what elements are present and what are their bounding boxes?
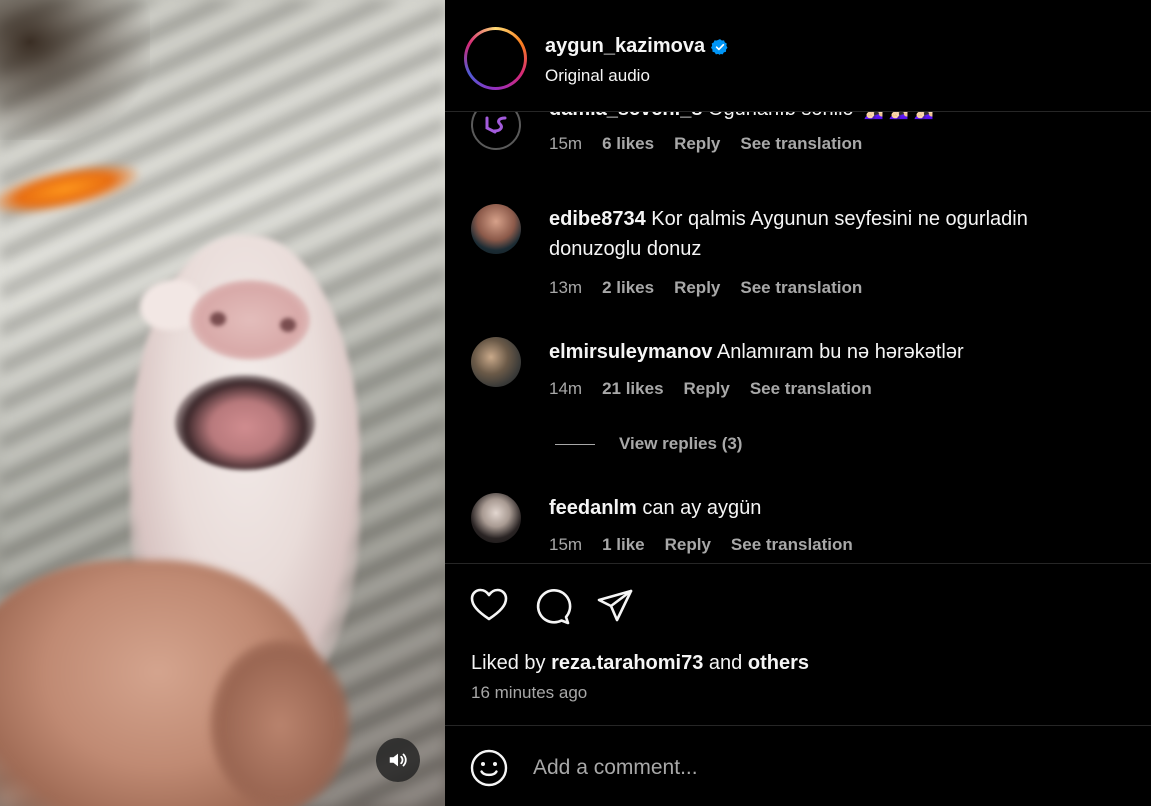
original-audio-link[interactable]: Original audio <box>545 66 650 86</box>
piglet-nostril <box>210 312 226 326</box>
comment-body: Oğurlanıb sənilə 🧏🏻‍♀️🧏🏻‍♀️🧏🏻‍♀️ <box>708 112 934 120</box>
reply-button[interactable]: Reply <box>684 379 730 399</box>
author-username-row: aygun_kazimova <box>545 35 729 58</box>
comment-time: 15m <box>549 134 583 153</box>
comment-likes[interactable]: 2 likes <box>602 278 654 298</box>
comment-meta: 14m 21 likes Reply See translation <box>549 379 872 399</box>
reel-video[interactable] <box>0 0 445 806</box>
liked-by-and: and <box>708 652 743 674</box>
commenter-avatar[interactable] <box>471 493 521 543</box>
comment-text: feedanlm can ay aygün <box>549 493 1109 523</box>
liked-by-prefix: Liked by <box>471 652 546 674</box>
post-details-panel: aygun_kazimova Original audio damla_seve… <box>445 0 1151 806</box>
see-translation-button[interactable]: See translation <box>750 379 872 399</box>
post-actions-bar: Liked by reza.tarahomi73 and others 16 m… <box>445 563 1151 725</box>
audio-toggle-button[interactable] <box>376 738 420 782</box>
comment-username[interactable]: damla_seveni_s <box>549 112 702 120</box>
comment-username[interactable]: elmirsuleymanov <box>549 341 712 363</box>
piglet-mouth <box>175 375 315 470</box>
post-header: aygun_kazimova Original audio <box>445 0 1151 112</box>
comment-text: elmirsuleymanov Anlamıram bu nə hərəkətl… <box>549 337 1109 367</box>
speaker-icon <box>389 753 407 767</box>
comment-meta: 13m 2 likes Reply See translation <box>549 278 862 298</box>
comment-time: 15m <box>549 535 583 554</box>
share-icon[interactable] <box>595 586 635 626</box>
piglet-nostril <box>280 318 296 332</box>
see-translation-button[interactable]: See translation <box>740 134 862 154</box>
comment-likes[interactable]: 1 like <box>602 535 645 555</box>
author-username[interactable]: aygun_kazimova <box>545 35 705 58</box>
video-shadow <box>0 0 150 140</box>
see-translation-button[interactable]: See translation <box>731 535 853 555</box>
reply-button[interactable]: Reply <box>674 278 720 298</box>
comment-time: 13m <box>549 278 583 297</box>
comment-likes[interactable]: 21 likes <box>602 379 663 399</box>
heart-icon[interactable] <box>469 586 509 626</box>
comment-meta: 15m 1 like Reply See translation <box>549 535 853 555</box>
view-replies-button[interactable]: View replies (3) <box>555 434 742 454</box>
liked-by-username[interactable]: reza.tarahomi73 <box>551 652 703 674</box>
comment-body: can ay aygün <box>642 497 762 519</box>
avatar-monogram-icon <box>485 116 507 134</box>
comment-username[interactable]: edibe8734 <box>549 208 646 230</box>
see-translation-button[interactable]: See translation <box>740 278 862 298</box>
reply-button[interactable]: Reply <box>665 535 711 555</box>
replies-divider-line <box>555 443 595 445</box>
comment-text: damla_seveni_s Oğurlanıb sənilə 🧏🏻‍♀️🧏🏻‍… <box>549 112 1109 124</box>
comment-text: edibe8734 Kor qalmis Aygunun seyfesini n… <box>549 204 1109 264</box>
commenter-avatar[interactable] <box>471 204 521 254</box>
comment-username[interactable]: feedanlm <box>549 497 637 519</box>
author-avatar[interactable] <box>464 27 527 90</box>
view-replies-label: View replies (3) <box>619 434 743 453</box>
commenter-avatar[interactable] <box>471 337 521 387</box>
emoji-icon[interactable] <box>469 748 509 788</box>
comment-body: Anlamıram bu nə hərəkətlər <box>716 341 964 363</box>
comments-list[interactable]: damla_seveni_s Oğurlanıb sənilə 🧏🏻‍♀️🧏🏻‍… <box>445 112 1151 563</box>
verified-badge-icon <box>711 38 728 55</box>
comment-time: 14m <box>549 379 583 398</box>
comment-likes[interactable]: 6 likes <box>602 134 654 154</box>
reply-button[interactable]: Reply <box>674 134 720 154</box>
liked-by-others[interactable]: others <box>748 652 809 674</box>
post-timestamp[interactable]: 16 minutes ago <box>471 683 587 703</box>
commenter-avatar[interactable] <box>471 112 521 150</box>
comment-icon[interactable] <box>532 586 572 626</box>
add-comment-bar <box>445 725 1151 806</box>
holding-hand-thumb <box>210 640 350 806</box>
liked-by-text: Liked by reza.tarahomi73 and others <box>471 652 809 675</box>
add-comment-input[interactable] <box>533 750 1113 786</box>
comment-meta: 15m 6 likes Reply See translation <box>549 134 862 154</box>
